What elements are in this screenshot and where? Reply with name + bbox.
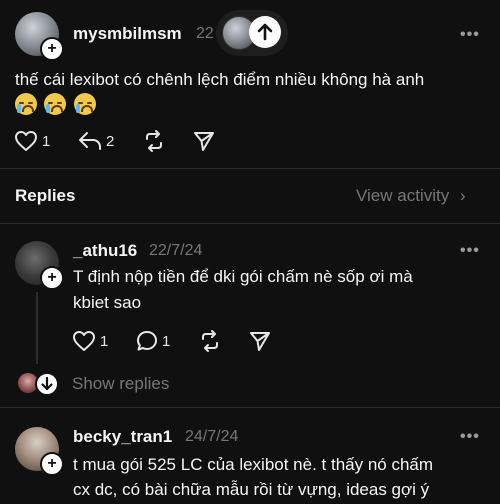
- crying-face-icon: [44, 93, 67, 115]
- share-repost-button[interactable]: [143, 130, 165, 152]
- divider: [0, 223, 500, 224]
- send-icon: [250, 332, 270, 351]
- view-activity-link[interactable]: View activity ›: [356, 186, 466, 206]
- view-activity-label: View activity: [356, 186, 450, 205]
- like-button[interactable]: 1: [72, 330, 108, 352]
- reply-text-line: t mua gói 525 LC của lexibot nè. t thấy …: [73, 455, 434, 474]
- comment-button[interactable]: 1: [136, 330, 170, 352]
- comment-count: 1: [162, 332, 171, 350]
- reply-username[interactable]: becky_tran1: [73, 427, 172, 447]
- reply-date: 24/7/24: [185, 428, 239, 445]
- arrow-down-icon: [35, 372, 59, 396]
- like-count: 1: [42, 132, 51, 150]
- more-options-icon[interactable]: •••: [460, 26, 480, 44]
- send-button[interactable]: [249, 330, 271, 352]
- reply-username[interactable]: _athu16: [73, 241, 137, 261]
- share-repost-button[interactable]: [199, 330, 221, 352]
- repeat-icon: [202, 330, 218, 352]
- reply-text-line: kbiet sao: [73, 293, 142, 312]
- thread-line: [36, 292, 38, 364]
- follow-plus-icon[interactable]: +: [40, 452, 64, 476]
- follow-plus-icon[interactable]: +: [40, 266, 64, 290]
- reply-text-line: T định nộp tiền để dki gói chấm nè sốp ơ…: [73, 267, 413, 286]
- post-text: thế cái lexibot có chênh lệch điểm nhiều…: [15, 66, 485, 94]
- like-count: 1: [100, 332, 109, 350]
- post-date: 22: [196, 25, 214, 42]
- more-options-icon[interactable]: •••: [460, 242, 480, 260]
- heart-icon: [73, 331, 95, 351]
- heart-icon: [15, 131, 37, 151]
- post-emoji-row: [15, 93, 99, 116]
- reply-arrow-icon: [79, 132, 101, 150]
- chevron-right-icon: ›: [459, 186, 466, 205]
- arrow-up-icon[interactable]: [249, 16, 281, 48]
- replies-heading: Replies: [15, 186, 76, 205]
- comment-bubble-icon: [137, 331, 157, 351]
- like-button[interactable]: 1: [14, 130, 50, 152]
- crying-face-icon: [73, 93, 96, 115]
- send-icon: [194, 132, 214, 151]
- follow-plus-icon[interactable]: +: [40, 37, 64, 61]
- send-button[interactable]: [193, 130, 215, 152]
- divider: [0, 168, 500, 169]
- reply-date: 22/7/24: [149, 242, 203, 259]
- repost-count: 2: [106, 132, 115, 150]
- show-replies-link[interactable]: Show replies: [72, 374, 169, 394]
- scroll-to-top-pill[interactable]: [216, 10, 288, 56]
- post-text-content: thế cái lexibot có chênh lệch điểm nhiều…: [15, 70, 425, 89]
- crying-face-icon: [15, 93, 37, 115]
- repeat-icon: [146, 130, 162, 152]
- divider: [0, 407, 500, 408]
- repost-button[interactable]: 2: [77, 130, 114, 152]
- post-username[interactable]: mysmbilmsm: [73, 24, 182, 44]
- more-options-icon[interactable]: •••: [460, 428, 480, 446]
